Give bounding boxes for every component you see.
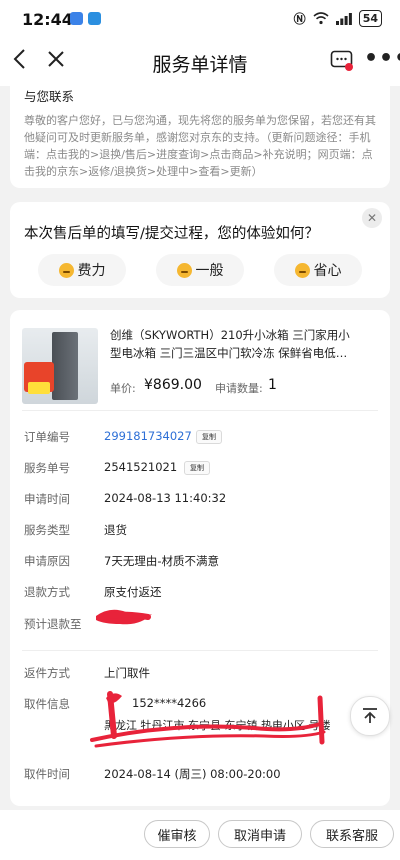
survey-option-hard[interactable]: 费力 [38,254,126,286]
arrow-up-icon [363,708,377,723]
detail-label: 服务单号 [24,461,70,475]
survey-option-label: 省心 [313,263,342,279]
close-icon[interactable]: ✕ [362,208,382,228]
urge-review-button[interactable]: 催审核 [144,820,210,848]
apply-time: 2024-08-13 11:40:32 [104,491,227,505]
nav-bar: 服务单详情 ••• [0,38,400,86]
survey-question: 本次售后单的填写/提交过程，您的体验如何？ [24,226,319,242]
divider [22,410,378,411]
contact-service-button[interactable]: 联系客服 [310,820,394,848]
copy-service-button[interactable]: 复制 [184,461,210,475]
order-number-link[interactable]: 299181734027 [104,429,192,443]
pickup-time: 2024-08-14 (周三) 08:00-20:00 [104,767,281,781]
survey-option-easy[interactable]: 省心 [274,254,362,286]
emoji-frustrated-icon [58,262,74,278]
survey-card: 本次售后单的填写/提交过程，您的体验如何？ ✕ 费力 一般 省心 [10,202,390,298]
return-method: 上门取件 [104,666,150,680]
detail-label: 取件信息 [24,697,70,711]
promo-badge [28,382,50,394]
bottom-action-bar: 催审核 取消申请 联系客服 [0,810,400,860]
apply-reason: 7天无理由-材质不满意 [104,554,219,568]
app-notification-icon [88,12,101,25]
pickup-address: 黑龙江 牡丹江市 东宁县 东宁镇 热电小区 号楼 [104,719,331,732]
nfc-icon: Ⓝ [293,12,306,26]
app-notification-icon [70,12,83,25]
survey-option-neutral[interactable]: 一般 [156,254,244,286]
copy-order-button[interactable]: 复制 [196,430,222,444]
quantity-label: 申请数量: [215,382,263,395]
product-image[interactable] [22,328,98,404]
product-name[interactable]: 创维（SKYWORTH）210升小冰箱 三门家用小型电冰箱 三门三温区中门软冷冻… [110,326,360,362]
price-value: ¥869.00 [144,377,202,393]
more-icon[interactable]: ••• [364,46,400,71]
detail-label: 申请时间 [24,492,70,506]
emoji-neutral-icon [176,262,192,278]
scroll-top-button[interactable] [350,696,390,736]
survey-option-label: 一般 [195,263,224,279]
fridge-illustration [52,332,78,400]
service-detail-card: 创维（SKYWORTH）210升小冰箱 三门家用小型电冰箱 三门三温区中门软冷冻… [10,310,390,806]
service-number: 2541521021 [104,460,178,474]
customer-service-icon[interactable] [330,50,354,72]
detail-label: 服务类型 [24,523,70,537]
battery-icon: 54 [358,10,382,27]
detail-label: 订单编号 [24,430,70,444]
survey-option-label: 费力 [77,263,106,279]
detail-label: 申请原因 [24,554,70,568]
price-label: 单价: [110,382,136,395]
quantity-value: 1 [268,377,277,393]
status-bar: 12:44 Ⓝ 54 [0,0,400,38]
status-time: 12:44 [22,10,73,29]
notice-body: 尊敬的客户您好，已与您沟通，现先将您的服务单为您保留，若您还有其他疑问可及时更新… [24,114,376,178]
detail-label: 返件方式 [24,666,70,680]
detail-label: 退款方式 [24,585,70,599]
pickup-phone: 152****4266 [132,696,207,710]
service-type: 退货 [104,523,127,537]
status-right: Ⓝ 54 [294,10,382,27]
signal-icon [335,12,352,25]
detail-label: 预计退款至 [24,617,82,631]
emoji-happy-icon [294,262,310,278]
cancel-application-button[interactable]: 取消申请 [218,820,302,848]
detail-label: 取件时间 [24,767,70,781]
wifi-icon [313,12,329,25]
notice-title: 与您联系 [24,89,75,104]
refund-method: 原支付返还 [104,585,162,599]
notice-card: 与您联系 尊敬的客户您好，已与您沟通，现先将您的服务单为您保留，若您还有其他疑问… [10,86,390,188]
divider [22,650,378,651]
